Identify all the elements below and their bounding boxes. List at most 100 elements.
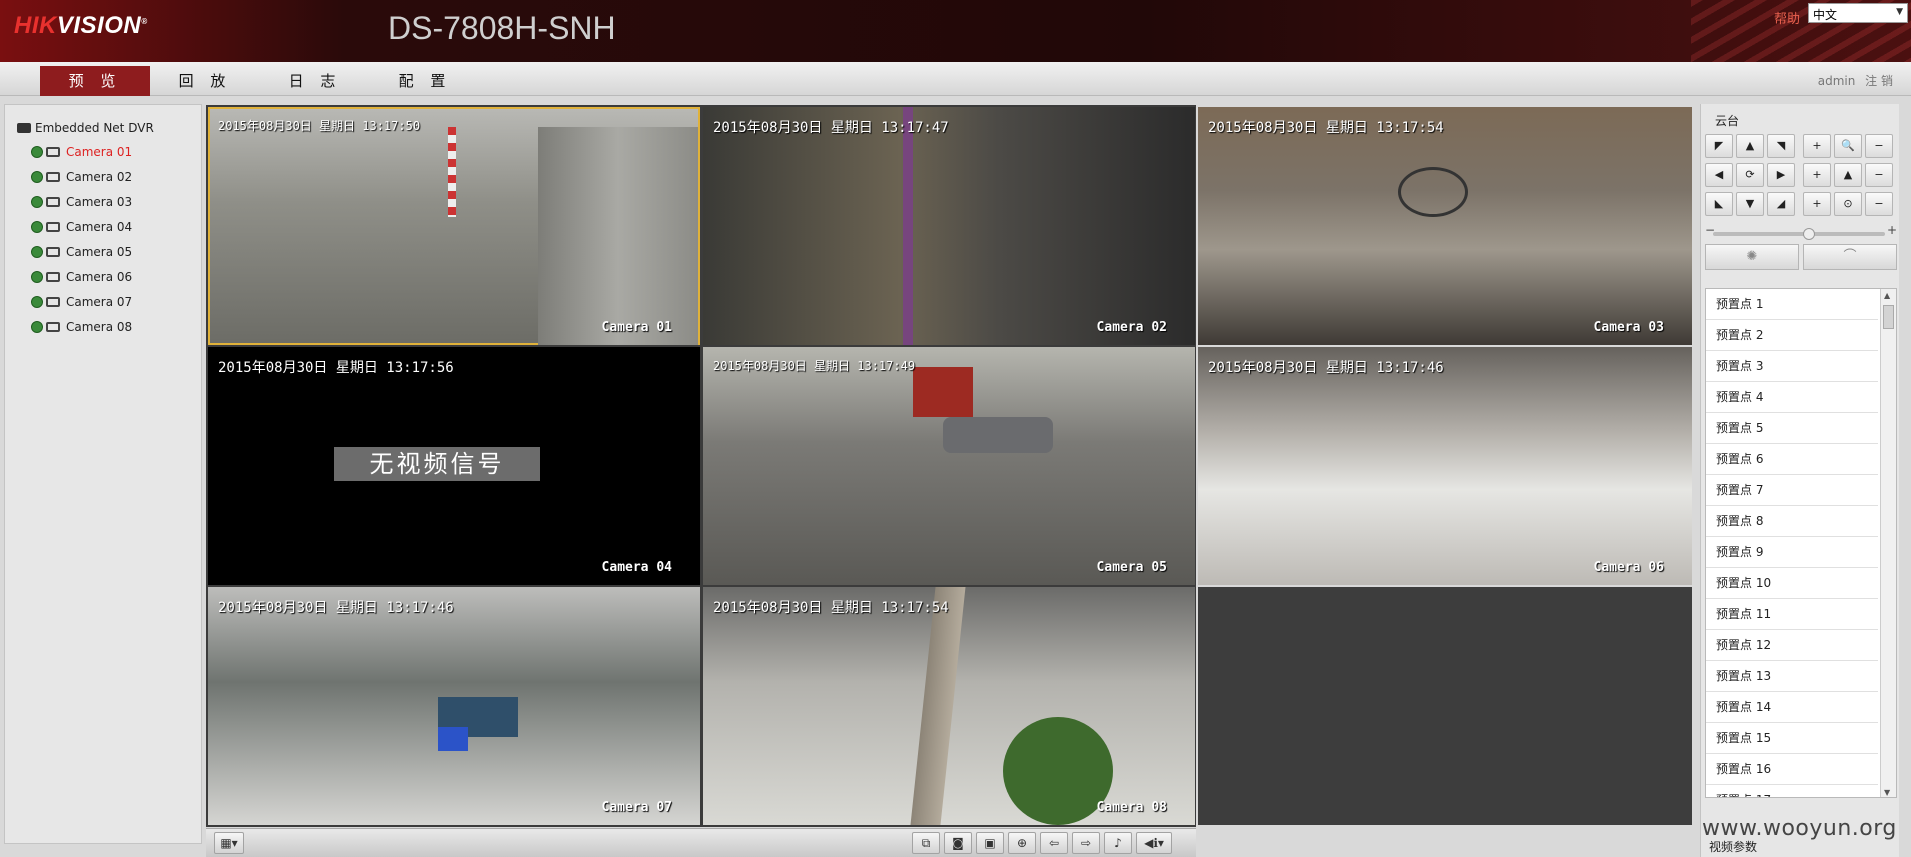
preset-item[interactable]: 预置点 15 xyxy=(1706,723,1878,754)
ptz-title: 云台 xyxy=(1715,114,1740,128)
video-window-8[interactable]: 2015年08月30日 星期日 13:17:54 Camera 08 xyxy=(703,587,1195,825)
tab-playback[interactable]: 回 放 xyxy=(150,66,260,96)
camera-label: Camera 02 xyxy=(66,170,133,184)
preset-item[interactable]: 预置点 14 xyxy=(1706,692,1878,723)
camera-name-overlay: Camera 06 xyxy=(1593,560,1664,575)
preset-item[interactable]: 预置点 11 xyxy=(1706,599,1878,630)
preset-item[interactable]: 预置点 7 xyxy=(1706,475,1878,506)
aux-controls: ✺ ⌒ xyxy=(1705,244,1897,270)
iris-close-icon[interactable]: − xyxy=(1865,192,1893,216)
iris-open-icon[interactable]: + xyxy=(1803,192,1831,216)
preset-item[interactable]: 预置点 8 xyxy=(1706,506,1878,537)
ptz-down-left-icon[interactable]: ◣ xyxy=(1705,192,1733,216)
help-link[interactable]: 帮助 xyxy=(1774,8,1800,27)
camera-icon xyxy=(46,222,60,232)
camera-icon xyxy=(46,297,60,307)
zoom-out-icon[interactable]: − xyxy=(1865,134,1893,158)
tree-camera-01[interactable]: Camera 01 xyxy=(31,143,132,161)
camera-icon xyxy=(46,147,60,157)
preset-item[interactable]: 预置点 2 xyxy=(1706,320,1878,351)
video-window-2[interactable]: 2015年08月30日 星期日 13:17:47 Camera 02 xyxy=(703,107,1195,345)
tree-camera-07[interactable]: Camera 07 xyxy=(31,293,132,311)
preset-item[interactable]: 预置点 10 xyxy=(1706,568,1878,599)
zoom-icon[interactable]: ⊕ xyxy=(1008,832,1036,854)
ptz-right-icon[interactable]: ▶ xyxy=(1767,163,1795,187)
capture-icon[interactable]: ◙ xyxy=(944,832,972,854)
tree-camera-05[interactable]: Camera 05 xyxy=(31,243,132,261)
scroll-thumb[interactable] xyxy=(1883,305,1894,329)
ptz-auto-icon[interactable]: ⟳ xyxy=(1736,163,1764,187)
camera-icon xyxy=(46,272,60,282)
volume-icon[interactable]: ◀ℹ▾ xyxy=(1136,832,1172,854)
ptz-up-left-icon[interactable]: ◤ xyxy=(1705,134,1733,158)
tree-camera-04[interactable]: Camera 04 xyxy=(31,218,132,236)
ptz-down-right-icon[interactable]: ◢ xyxy=(1767,192,1795,216)
ptz-up-icon[interactable]: ▲ xyxy=(1736,134,1764,158)
preset-item[interactable]: 预置点 1 xyxy=(1706,289,1878,320)
ptz-panel: 云台 ◤ ▲ ◥ + 🔍 − ◀ ⟳ ▶ + ▲ − ◣ ▼ ◢ + ⊙ − −… xyxy=(1700,104,1899,857)
video-window-9[interactable] xyxy=(1198,587,1692,825)
main-nav: 预 览 回 放 日 志 配 置 admin 注 销 xyxy=(0,62,1911,96)
preset-item[interactable]: 预置点 13 xyxy=(1706,661,1878,692)
video-window-4[interactable]: 2015年08月30日 星期日 13:17:56 无视频信号 Camera 04 xyxy=(208,347,700,585)
preset-scrollbar[interactable]: ▲ ▼ xyxy=(1880,289,1896,797)
preset-item[interactable]: 预置点 17 xyxy=(1706,785,1878,797)
zoom-in-icon[interactable]: + xyxy=(1803,134,1831,158)
camera-icon xyxy=(46,172,60,182)
tab-config[interactable]: 配 置 xyxy=(370,66,480,96)
play-status-icon xyxy=(31,146,43,158)
light-icon[interactable]: ✺ xyxy=(1705,244,1799,270)
next-page-icon[interactable]: ⇨ xyxy=(1072,832,1100,854)
tab-preview[interactable]: 预 览 xyxy=(40,66,150,96)
camera-name-overlay: Camera 04 xyxy=(601,560,672,575)
preset-item[interactable]: 预置点 3 xyxy=(1706,351,1878,382)
focus-label-icon[interactable]: ▲ xyxy=(1834,163,1862,187)
camera-icon xyxy=(46,247,60,257)
ptz-up-right-icon[interactable]: ◥ xyxy=(1767,134,1795,158)
video-grid: 2015年08月30日 星期日 13:17:50 Camera 01 2015年… xyxy=(206,105,1692,827)
tab-log[interactable]: 日 志 xyxy=(260,66,370,96)
device-tree-panel: Embedded Net DVR Camera 01 Camera 02 Cam… xyxy=(4,104,202,844)
prev-page-icon[interactable]: ⇦ xyxy=(1040,832,1068,854)
preset-item[interactable]: 预置点 12 xyxy=(1706,630,1878,661)
camera-name-overlay: Camera 05 xyxy=(1096,560,1167,575)
device-model-title: DS-7808H-SNH xyxy=(388,10,616,46)
no-signal-label: 无视频信号 xyxy=(334,447,540,481)
scroll-up-icon[interactable]: ▲ xyxy=(1884,291,1890,300)
layout-icon[interactable]: ▦▾ xyxy=(214,832,244,854)
video-window-7[interactable]: 2015年08月30日 星期日 13:17:46 Camera 07 xyxy=(208,587,700,825)
tree-camera-03[interactable]: Camera 03 xyxy=(31,193,132,211)
preset-item[interactable]: 预置点 6 xyxy=(1706,444,1878,475)
tree-camera-02[interactable]: Camera 02 xyxy=(31,168,132,186)
ptz-down-icon[interactable]: ▼ xyxy=(1736,192,1764,216)
focus-far-icon[interactable]: − xyxy=(1865,163,1893,187)
ptz-speed-slider[interactable] xyxy=(1713,228,1885,240)
language-select[interactable]: 中文 ▼ xyxy=(1808,3,1908,23)
tree-camera-08[interactable]: Camera 08 xyxy=(31,318,132,336)
chevron-down-icon: ▼ xyxy=(1896,7,1903,17)
zoom-label-icon[interactable]: 🔍 xyxy=(1834,134,1862,158)
wiper-icon[interactable]: ⌒ xyxy=(1803,244,1897,270)
preset-item[interactable]: 预置点 5 xyxy=(1706,413,1878,444)
logout-link[interactable]: 注 销 xyxy=(1865,74,1893,88)
ptz-left-icon[interactable]: ◀ xyxy=(1705,163,1733,187)
preset-list: 预置点 1 预置点 2 预置点 3 预置点 4 预置点 5 预置点 6 预置点 … xyxy=(1705,288,1897,798)
tree-root-dvr[interactable]: Embedded Net DVR xyxy=(17,121,154,135)
scroll-down-icon[interactable]: ▼ xyxy=(1884,788,1890,797)
focus-near-icon[interactable]: + xyxy=(1803,163,1831,187)
play-status-icon xyxy=(31,246,43,258)
video-window-5[interactable]: 2015年08月30日 星期日 13:17:49 Camera 05 xyxy=(703,347,1195,585)
preset-item[interactable]: 预置点 4 xyxy=(1706,382,1878,413)
record-icon[interactable]: ▣ xyxy=(976,832,1004,854)
video-window-1[interactable]: 2015年08月30日 星期日 13:17:50 Camera 01 xyxy=(208,107,700,345)
stop-all-icon[interactable]: ⧉ xyxy=(912,832,940,854)
video-window-3[interactable]: 2015年08月30日 星期日 13:17:54 Camera 03 xyxy=(1198,107,1692,345)
microphone-icon[interactable]: ♪ xyxy=(1104,832,1132,854)
iris-label-icon[interactable]: ⊙ xyxy=(1834,192,1862,216)
preset-item[interactable]: 预置点 9 xyxy=(1706,537,1878,568)
post-image xyxy=(448,127,456,217)
slider-knob[interactable] xyxy=(1803,228,1815,240)
preset-item[interactable]: 预置点 16 xyxy=(1706,754,1878,785)
tree-camera-06[interactable]: Camera 06 xyxy=(31,268,132,286)
video-window-6[interactable]: 2015年08月30日 星期日 13:17:46 Camera 06 xyxy=(1198,347,1692,585)
